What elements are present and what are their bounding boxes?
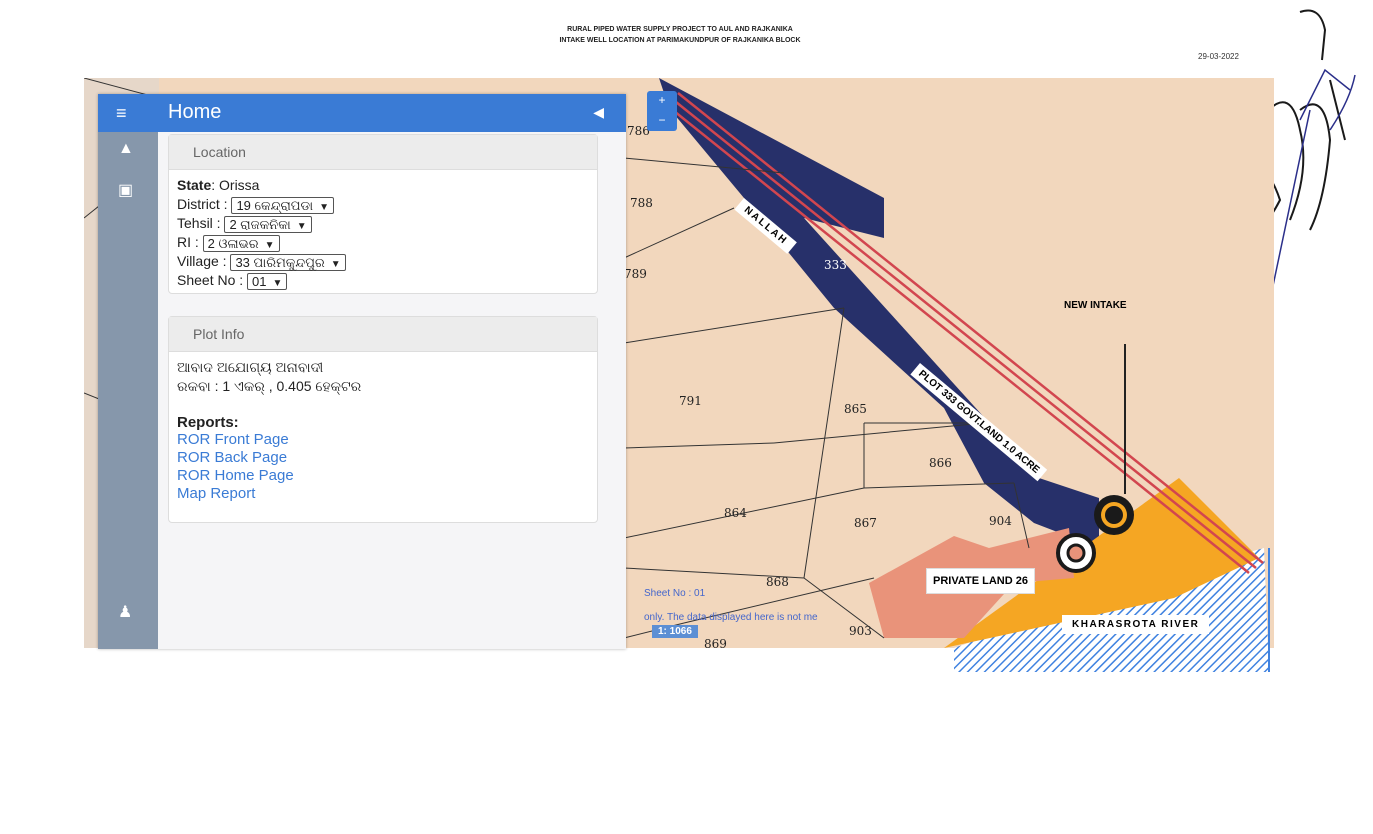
map-scale: 1: 1066: [652, 625, 698, 638]
plot-type: ଆବାଦ ଅଯୋଗ୍ୟ ଅନାବାଦୀ: [177, 359, 324, 375]
chevron-down-icon: ▼: [319, 201, 330, 213]
plot-info-card: Plot Info ଆବାଦ ଅଯୋଗ୍ୟ ଅନାବାଦୀ ରକବା : 1 ଏ…: [168, 316, 598, 523]
chevron-down-icon: ▼: [264, 239, 275, 251]
panel-icon-bar: ▲ ▣ ♟: [98, 132, 158, 649]
plot-number: 867: [854, 516, 877, 530]
ror-back-page-link[interactable]: ROR Back Page: [177, 449, 589, 467]
plot-number: 866: [929, 456, 952, 470]
plot-number: 864: [724, 506, 747, 520]
panel-title: Home: [168, 101, 222, 123]
ror-front-page-link[interactable]: ROR Front Page: [177, 431, 589, 449]
plot-area: ରକବା : 1 ଏକର୍ , 0.405 ହେକ୍ଟର: [177, 378, 362, 394]
state-value: Orissa: [219, 177, 260, 193]
plot-number: 333: [824, 258, 847, 272]
ror-home-page-link[interactable]: ROR Home Page: [177, 467, 589, 485]
document-title-line1: RURAL PIPED WATER SUPPLY PROJECT TO AUL …: [567, 26, 793, 33]
private-land-label: PRIVATE LAND 26: [926, 568, 1035, 594]
river-label: KHARASROTA RIVER: [1062, 615, 1210, 634]
tree-icon[interactable]: ▲: [118, 140, 134, 158]
plot-number: 868: [766, 575, 789, 589]
location-card: Location State: Orissa District : 19 କେନ…: [168, 134, 598, 294]
plot-number: 865: [844, 402, 867, 416]
plot-number: 869: [704, 637, 727, 651]
plot-number: 903: [849, 624, 872, 638]
plot-number: 791: [679, 394, 702, 408]
image-icon[interactable]: ▣: [118, 180, 133, 200]
menu-icon[interactable]: ≡: [116, 103, 127, 124]
zoom-out-button[interactable]: −: [647, 111, 677, 131]
location-heading: Location: [169, 135, 597, 170]
sheet-select[interactable]: 01 ▼: [247, 272, 288, 290]
document-title-line2: INTAKE WELL LOCATION AT PARIMAKUNDPUR OF…: [559, 37, 801, 44]
map-viewport[interactable]: 786 788 789 333 333 773 791 865 866 864 …: [84, 78, 1274, 672]
state-row: State: Orissa: [177, 177, 260, 193]
collapse-arrow-icon[interactable]: ◀: [593, 104, 604, 121]
panel-header: ≡ Home ◀: [98, 94, 626, 132]
map-report-link[interactable]: Map Report: [177, 485, 589, 503]
side-panel: ≡ Home ◀ ▲ ▣ ♟ Location State: Orissa Di…: [98, 94, 626, 649]
plot-number: 904: [989, 514, 1012, 528]
tehsil-select[interactable]: 2 ରାଜକନିକା ▼: [224, 215, 312, 233]
zoom-control[interactable]: + −: [647, 91, 677, 131]
chevron-down-icon: ▼: [296, 220, 307, 232]
zoom-in-button[interactable]: +: [647, 91, 677, 111]
ri-row: RI : 2 ଓଳାଭର ▼: [177, 233, 589, 252]
new-intake-pointer: [1124, 344, 1126, 494]
sheet-row: Sheet No : 01 ▼: [177, 271, 589, 290]
district-select[interactable]: 19 କେନ୍ଦ୍ରାପଡା ▼: [231, 196, 335, 214]
chevron-down-icon: ▼: [330, 258, 341, 270]
chevron-down-icon: ▼: [272, 277, 283, 289]
district-row: District : 19 କେନ୍ଦ୍ରାପଡା ▼: [177, 195, 589, 214]
plot-number: 789: [624, 267, 647, 281]
village-select[interactable]: 33 ପାରିମକୁନ୍ଦପୁର ▼: [230, 253, 346, 271]
person-icon[interactable]: ♟: [118, 602, 132, 622]
tehsil-row: Tehsil : 2 ରାଜକନିକା ▼: [177, 214, 589, 233]
plot-info-heading: Plot Info: [169, 317, 597, 352]
reports-heading: Reports:: [177, 414, 239, 431]
plot-number: 788: [630, 196, 653, 210]
ri-select[interactable]: 2 ଓଳାଭର ▼: [202, 234, 280, 252]
village-row: Village : 33 ପାରିମକୁନ୍ଦପୁର ▼: [177, 252, 589, 271]
new-intake-label: NEW INTAKE: [1064, 300, 1127, 311]
